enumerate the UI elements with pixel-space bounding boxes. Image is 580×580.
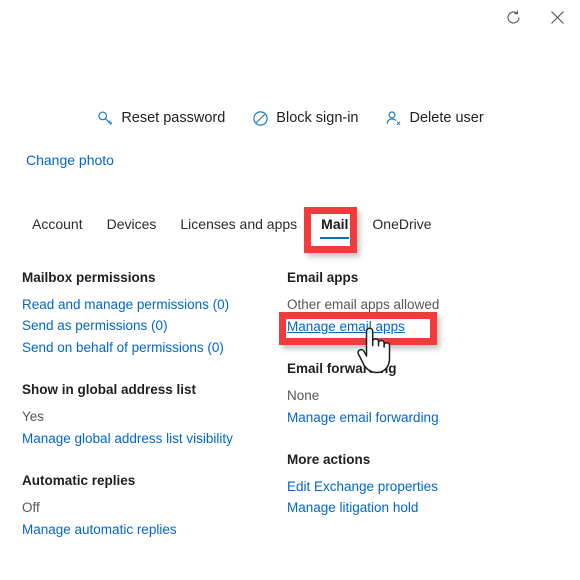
tab-onedrive[interactable]: OneDrive: [360, 212, 443, 243]
manage-global-address-list-visibility-link[interactable]: Manage global address list visibility: [22, 428, 233, 450]
send-as-permissions-link[interactable]: Send as permissions (0): [22, 315, 168, 337]
mail-settings-content: Mailbox permissions Read and manage perm…: [0, 268, 580, 562]
group-more-actions: More actions Edit Exchange properties Ma…: [287, 450, 580, 519]
delete-user-button[interactable]: Delete user: [383, 107, 486, 129]
key-icon: [96, 109, 114, 127]
delete-user-label: Delete user: [409, 109, 484, 126]
change-photo-link[interactable]: Change photo: [26, 152, 114, 168]
tab-account[interactable]: Account: [20, 212, 95, 243]
tab-bar: Account Devices Licenses and apps Mail O…: [20, 212, 580, 243]
manage-email-forwarding-link[interactable]: Manage email forwarding: [287, 407, 439, 429]
group-title: Email apps: [287, 270, 359, 285]
email-apps-value: Other email apps allowed: [287, 296, 440, 312]
group-title: Mailbox permissions: [22, 270, 156, 285]
person-delete-icon: [385, 109, 403, 127]
block-sign-in-label: Block sign-in: [276, 109, 359, 126]
manage-automatic-replies-link[interactable]: Manage automatic replies: [22, 519, 177, 541]
tab-mail[interactable]: Mail: [309, 212, 360, 243]
command-bar: Reset password Block sign-in Delete user: [0, 107, 580, 129]
group-title: Automatic replies: [22, 473, 136, 489]
window-actions: [498, 0, 572, 34]
left-column: Mailbox permissions Read and manage perm…: [22, 268, 287, 562]
tab-devices[interactable]: Devices: [95, 212, 169, 243]
close-icon[interactable]: [542, 2, 572, 32]
group-automatic-replies: Automatic replies Off Manage automatic r…: [22, 471, 287, 541]
reset-password-label: Reset password: [121, 109, 226, 126]
automatic-replies-value: Off: [22, 499, 40, 515]
edit-exchange-properties-link[interactable]: Edit Exchange properties: [287, 476, 438, 498]
group-email-forwarding: Email forwarding None Manage email forwa…: [287, 359, 580, 429]
refresh-icon[interactable]: [498, 2, 528, 32]
right-column: Email apps Other email apps allowed Mana…: [287, 268, 580, 562]
reset-password-button[interactable]: Reset password: [94, 107, 227, 129]
send-on-behalf-of-permissions-link[interactable]: Send on behalf of permissions (0): [22, 337, 224, 359]
manage-litigation-hold-link[interactable]: Manage litigation hold: [287, 497, 418, 519]
group-title: Email forwarding: [287, 361, 397, 377]
group-show-in-global-address-list: Show in global address list Yes Manage g…: [22, 380, 287, 450]
block-circle-slash-icon: [251, 109, 269, 127]
group-email-apps: Email apps Other email apps allowed Mana…: [287, 268, 580, 338]
read-and-manage-permissions-link[interactable]: Read and manage permissions (0): [22, 294, 229, 316]
group-mailbox-permissions: Mailbox permissions Read and manage perm…: [22, 268, 287, 359]
group-title: More actions: [287, 452, 371, 468]
tab-licenses-and-apps[interactable]: Licenses and apps: [168, 212, 309, 243]
group-title: Show in global address list: [22, 382, 197, 398]
manage-email-apps-link[interactable]: Manage email apps: [287, 316, 405, 338]
email-forwarding-value: None: [287, 387, 320, 403]
global-address-list-value: Yes: [22, 408, 45, 424]
block-sign-in-button[interactable]: Block sign-in: [249, 107, 360, 129]
